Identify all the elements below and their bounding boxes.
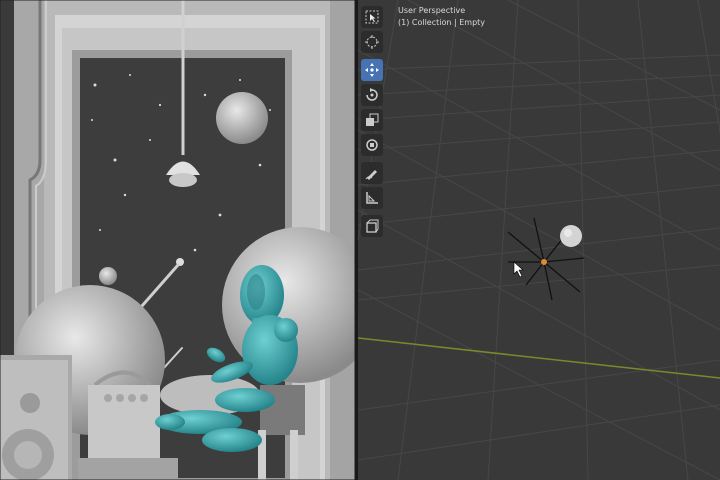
mouse-cursor <box>513 261 524 278</box>
perspective-label: User Perspective <box>398 6 466 15</box>
select-box-icon <box>365 10 379 24</box>
select-box-tool[interactable] <box>361 6 383 28</box>
scale-tool[interactable] <box>361 109 383 131</box>
viewport-grid <box>358 0 720 480</box>
add-cube-tool[interactable] <box>361 215 383 237</box>
annotate-icon <box>365 170 377 180</box>
rotate-icon <box>366 88 378 101</box>
move-tool[interactable] <box>361 59 383 81</box>
origin-point <box>541 259 547 265</box>
tool-shelf <box>361 6 385 240</box>
scale-icon <box>366 113 379 126</box>
transform-tool[interactable] <box>361 134 383 156</box>
measure-icon <box>366 192 378 204</box>
transform-icon <box>366 139 378 151</box>
measure-tool[interactable] <box>361 187 383 209</box>
x-axis-line <box>358 337 720 379</box>
annotate-tool[interactable] <box>361 162 383 184</box>
viewport-info: User Perspective (1) Collection | Empty <box>398 5 485 29</box>
move-icon <box>365 63 379 77</box>
cursor-tool[interactable] <box>361 31 383 53</box>
cursor-icon <box>365 35 379 49</box>
sphere-object[interactable] <box>560 225 582 247</box>
rotate-tool[interactable] <box>361 84 383 106</box>
collection-label: (1) Collection | Empty <box>398 18 486 27</box>
3d-viewport[interactable]: User Perspective (1) Collection | Empty <box>358 0 720 480</box>
add-cube-icon <box>366 219 379 233</box>
render-scene-image <box>0 0 355 480</box>
render-preview <box>0 0 355 480</box>
